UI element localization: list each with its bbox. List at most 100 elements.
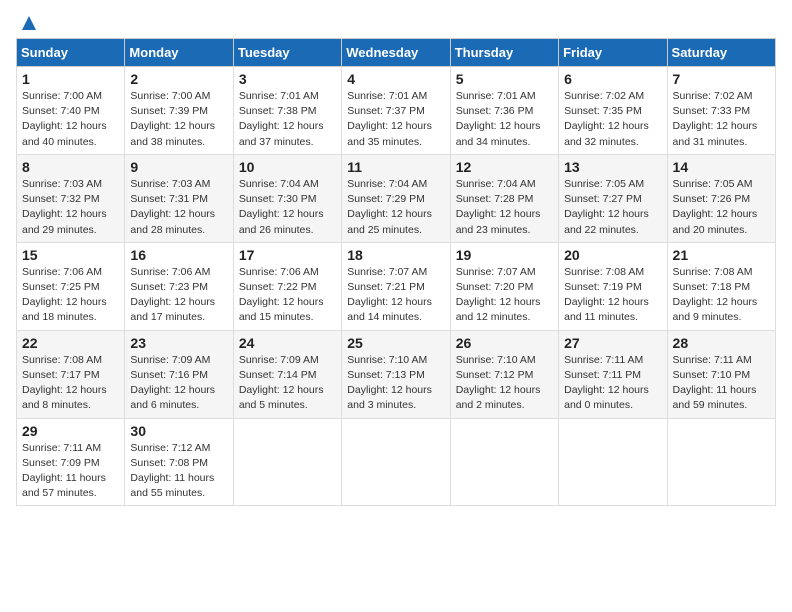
calendar-header-thursday: Thursday [450, 39, 558, 67]
day-number: 11 [347, 159, 444, 175]
day-info: Sunrise: 7:02 AMSunset: 7:35 PMDaylight:… [564, 90, 649, 148]
calendar-week-row: 8 Sunrise: 7:03 AMSunset: 7:32 PMDayligh… [17, 154, 776, 242]
day-number: 13 [564, 159, 661, 175]
calendar-header-monday: Monday [125, 39, 233, 67]
calendar-cell: 1 Sunrise: 7:00 AMSunset: 7:40 PMDayligh… [17, 67, 125, 155]
calendar-header-tuesday: Tuesday [233, 39, 341, 67]
calendar-cell: 3 Sunrise: 7:01 AMSunset: 7:38 PMDayligh… [233, 67, 341, 155]
calendar-cell [342, 418, 450, 506]
day-number: 5 [456, 71, 553, 87]
calendar-cell: 18 Sunrise: 7:07 AMSunset: 7:21 PMDaylig… [342, 242, 450, 330]
day-number: 6 [564, 71, 661, 87]
day-number: 25 [347, 335, 444, 351]
day-info: Sunrise: 7:03 AMSunset: 7:32 PMDaylight:… [22, 178, 107, 236]
day-number: 30 [130, 423, 227, 439]
calendar-cell: 26 Sunrise: 7:10 AMSunset: 7:12 PMDaylig… [450, 330, 558, 418]
day-number: 9 [130, 159, 227, 175]
calendar-cell [233, 418, 341, 506]
calendar-week-row: 1 Sunrise: 7:00 AMSunset: 7:40 PMDayligh… [17, 67, 776, 155]
calendar-cell: 30 Sunrise: 7:12 AMSunset: 7:08 PMDaylig… [125, 418, 233, 506]
day-number: 20 [564, 247, 661, 263]
calendar-cell [450, 418, 558, 506]
day-number: 10 [239, 159, 336, 175]
day-info: Sunrise: 7:05 AMSunset: 7:26 PMDaylight:… [673, 178, 758, 236]
calendar-cell: 15 Sunrise: 7:06 AMSunset: 7:25 PMDaylig… [17, 242, 125, 330]
calendar-cell: 5 Sunrise: 7:01 AMSunset: 7:36 PMDayligh… [450, 67, 558, 155]
day-info: Sunrise: 7:01 AMSunset: 7:36 PMDaylight:… [456, 90, 541, 148]
calendar-cell: 8 Sunrise: 7:03 AMSunset: 7:32 PMDayligh… [17, 154, 125, 242]
calendar-header-wednesday: Wednesday [342, 39, 450, 67]
day-number: 24 [239, 335, 336, 351]
calendar-cell: 25 Sunrise: 7:10 AMSunset: 7:13 PMDaylig… [342, 330, 450, 418]
day-info: Sunrise: 7:08 AMSunset: 7:18 PMDaylight:… [673, 266, 758, 324]
calendar-header-saturday: Saturday [667, 39, 775, 67]
day-info: Sunrise: 7:04 AMSunset: 7:28 PMDaylight:… [456, 178, 541, 236]
calendar-header-row: SundayMondayTuesdayWednesdayThursdayFrid… [17, 39, 776, 67]
calendar-week-row: 22 Sunrise: 7:08 AMSunset: 7:17 PMDaylig… [17, 330, 776, 418]
day-info: Sunrise: 7:04 AMSunset: 7:30 PMDaylight:… [239, 178, 324, 236]
day-info: Sunrise: 7:07 AMSunset: 7:20 PMDaylight:… [456, 266, 541, 324]
calendar-cell: 9 Sunrise: 7:03 AMSunset: 7:31 PMDayligh… [125, 154, 233, 242]
calendar-cell [559, 418, 667, 506]
day-info: Sunrise: 7:11 AMSunset: 7:11 PMDaylight:… [564, 354, 649, 412]
day-info: Sunrise: 7:01 AMSunset: 7:37 PMDaylight:… [347, 90, 432, 148]
day-info: Sunrise: 7:05 AMSunset: 7:27 PMDaylight:… [564, 178, 649, 236]
day-info: Sunrise: 7:10 AMSunset: 7:12 PMDaylight:… [456, 354, 541, 412]
header [16, 16, 776, 28]
day-number: 28 [673, 335, 770, 351]
day-info: Sunrise: 7:08 AMSunset: 7:19 PMDaylight:… [564, 266, 649, 324]
day-info: Sunrise: 7:06 AMSunset: 7:25 PMDaylight:… [22, 266, 107, 324]
day-info: Sunrise: 7:06 AMSunset: 7:23 PMDaylight:… [130, 266, 215, 324]
calendar-cell: 19 Sunrise: 7:07 AMSunset: 7:20 PMDaylig… [450, 242, 558, 330]
calendar-header-friday: Friday [559, 39, 667, 67]
calendar-cell: 24 Sunrise: 7:09 AMSunset: 7:14 PMDaylig… [233, 330, 341, 418]
day-number: 22 [22, 335, 119, 351]
day-number: 3 [239, 71, 336, 87]
day-number: 21 [673, 247, 770, 263]
day-info: Sunrise: 7:11 AMSunset: 7:09 PMDaylight:… [22, 442, 106, 500]
calendar-cell: 7 Sunrise: 7:02 AMSunset: 7:33 PMDayligh… [667, 67, 775, 155]
day-info: Sunrise: 7:08 AMSunset: 7:17 PMDaylight:… [22, 354, 107, 412]
calendar-cell: 29 Sunrise: 7:11 AMSunset: 7:09 PMDaylig… [17, 418, 125, 506]
day-info: Sunrise: 7:02 AMSunset: 7:33 PMDaylight:… [673, 90, 758, 148]
day-number: 26 [456, 335, 553, 351]
day-info: Sunrise: 7:09 AMSunset: 7:14 PMDaylight:… [239, 354, 324, 412]
calendar-week-row: 15 Sunrise: 7:06 AMSunset: 7:25 PMDaylig… [17, 242, 776, 330]
day-number: 2 [130, 71, 227, 87]
day-info: Sunrise: 7:00 AMSunset: 7:40 PMDaylight:… [22, 90, 107, 148]
calendar-cell: 4 Sunrise: 7:01 AMSunset: 7:37 PMDayligh… [342, 67, 450, 155]
day-number: 8 [22, 159, 119, 175]
day-info: Sunrise: 7:06 AMSunset: 7:22 PMDaylight:… [239, 266, 324, 324]
day-info: Sunrise: 7:11 AMSunset: 7:10 PMDaylight:… [673, 354, 757, 412]
day-number: 7 [673, 71, 770, 87]
day-number: 18 [347, 247, 444, 263]
calendar-cell: 11 Sunrise: 7:04 AMSunset: 7:29 PMDaylig… [342, 154, 450, 242]
calendar-cell: 23 Sunrise: 7:09 AMSunset: 7:16 PMDaylig… [125, 330, 233, 418]
calendar-header-sunday: Sunday [17, 39, 125, 67]
day-number: 4 [347, 71, 444, 87]
calendar-cell: 14 Sunrise: 7:05 AMSunset: 7:26 PMDaylig… [667, 154, 775, 242]
calendar-cell: 22 Sunrise: 7:08 AMSunset: 7:17 PMDaylig… [17, 330, 125, 418]
calendar-cell: 21 Sunrise: 7:08 AMSunset: 7:18 PMDaylig… [667, 242, 775, 330]
calendar-cell: 16 Sunrise: 7:06 AMSunset: 7:23 PMDaylig… [125, 242, 233, 330]
day-info: Sunrise: 7:07 AMSunset: 7:21 PMDaylight:… [347, 266, 432, 324]
day-number: 23 [130, 335, 227, 351]
calendar-cell: 6 Sunrise: 7:02 AMSunset: 7:35 PMDayligh… [559, 67, 667, 155]
day-number: 14 [673, 159, 770, 175]
calendar-cell: 12 Sunrise: 7:04 AMSunset: 7:28 PMDaylig… [450, 154, 558, 242]
calendar-cell: 20 Sunrise: 7:08 AMSunset: 7:19 PMDaylig… [559, 242, 667, 330]
calendar-body: 1 Sunrise: 7:00 AMSunset: 7:40 PMDayligh… [17, 67, 776, 506]
day-info: Sunrise: 7:12 AMSunset: 7:08 PMDaylight:… [130, 442, 214, 500]
day-info: Sunrise: 7:03 AMSunset: 7:31 PMDaylight:… [130, 178, 215, 236]
calendar-cell: 28 Sunrise: 7:11 AMSunset: 7:10 PMDaylig… [667, 330, 775, 418]
calendar-cell: 13 Sunrise: 7:05 AMSunset: 7:27 PMDaylig… [559, 154, 667, 242]
calendar-cell [667, 418, 775, 506]
calendar-week-row: 29 Sunrise: 7:11 AMSunset: 7:09 PMDaylig… [17, 418, 776, 506]
calendar-cell: 17 Sunrise: 7:06 AMSunset: 7:22 PMDaylig… [233, 242, 341, 330]
day-number: 17 [239, 247, 336, 263]
day-info: Sunrise: 7:10 AMSunset: 7:13 PMDaylight:… [347, 354, 432, 412]
calendar-cell: 2 Sunrise: 7:00 AMSunset: 7:39 PMDayligh… [125, 67, 233, 155]
day-number: 12 [456, 159, 553, 175]
calendar-table: SundayMondayTuesdayWednesdayThursdayFrid… [16, 38, 776, 506]
day-info: Sunrise: 7:00 AMSunset: 7:39 PMDaylight:… [130, 90, 215, 148]
